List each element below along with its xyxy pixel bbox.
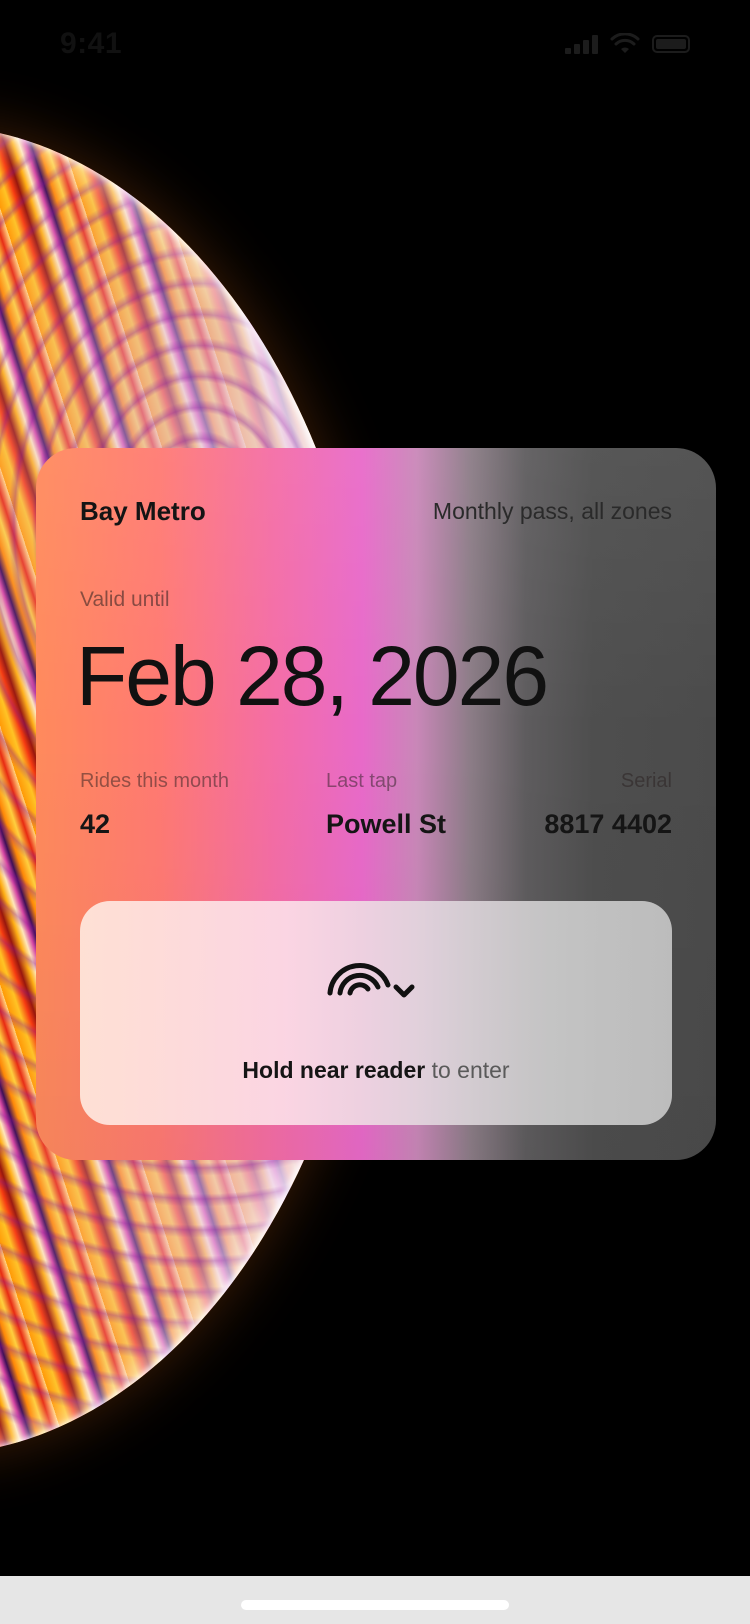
- serial-label: Serial: [620, 770, 672, 792]
- last-tap-label: Last tap: [326, 770, 398, 792]
- battery-icon: [652, 35, 690, 53]
- tap-instruction-rest: to enter: [431, 1057, 510, 1083]
- home-indicator-area: [0, 1576, 750, 1624]
- serial-value: 8817 4402: [544, 809, 672, 839]
- nfc-contactless-icon: [327, 963, 415, 998]
- status-icons: [565, 33, 690, 55]
- tap-instruction: Hold near reader to enter: [80, 1057, 672, 1084]
- rides-label: Rides this month: [80, 770, 229, 792]
- home-indicator[interactable]: [241, 1600, 509, 1610]
- agency-name: Bay Metro: [80, 496, 206, 526]
- transit-pass-card[interactable]: Bay Metro Monthly pass, all zones Valid …: [36, 448, 716, 1160]
- status-time: 9:41: [60, 27, 123, 60]
- tap-to-enter-panel[interactable]: Hold near reader to enter: [80, 901, 672, 1125]
- valid-until-date: Feb 28, 2026: [76, 629, 549, 723]
- rides-stat: Rides this month 42: [80, 770, 229, 840]
- pass-stats: Rides this month 42 Last tap Powell St S…: [80, 770, 672, 840]
- lock-screen: 9:41 Bay Metro Monthly pass, all zones V…: [0, 0, 750, 1624]
- cellular-signal-icon: [565, 34, 598, 54]
- tap-instruction-bold: Hold near reader: [242, 1057, 426, 1083]
- last-tap-value: Powell St: [326, 809, 447, 839]
- status-bar: 9:41: [0, 0, 750, 88]
- valid-until-label: Valid until: [80, 588, 170, 611]
- serial-stat: Serial 8817 4402: [544, 770, 672, 840]
- wifi-icon: [610, 33, 640, 53]
- rides-value: 42: [80, 809, 111, 839]
- pass-type: Monthly pass, all zones: [432, 498, 672, 524]
- last-tap-stat: Last tap Powell St: [326, 770, 446, 840]
- card-header: Bay Metro Monthly pass, all zones: [80, 496, 672, 527]
